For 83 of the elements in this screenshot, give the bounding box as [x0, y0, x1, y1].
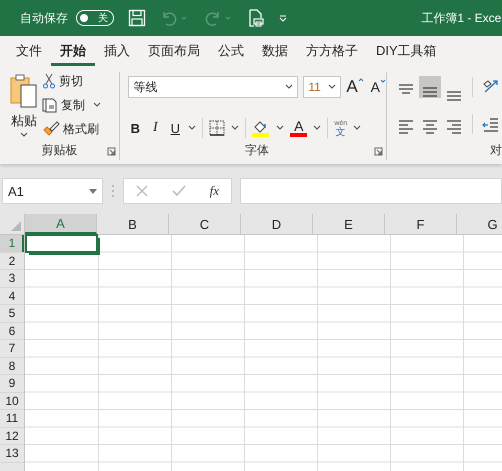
italic-button[interactable]: I: [148, 120, 162, 136]
ribbon-tab[interactable]: 公式: [209, 36, 253, 66]
grip-icon: [111, 184, 115, 198]
dropdown-icon: [89, 188, 97, 194]
insert-function-button[interactable]: fx: [210, 183, 220, 199]
alignment-icon: [397, 84, 415, 94]
row-header[interactable]: 4: [0, 288, 24, 305]
customize-toolbar-icon[interactable]: [278, 13, 288, 23]
formula-input[interactable]: [240, 178, 502, 204]
column-header[interactable]: G: [457, 214, 502, 234]
paste-button[interactable]: 粘贴: [10, 72, 38, 140]
dropdown-icon: [20, 132, 28, 138]
dropdown-icon[interactable]: [276, 125, 284, 131]
align-button[interactable]: [419, 76, 441, 98]
dropdown-icon: [328, 84, 336, 90]
cell-grid[interactable]: [25, 235, 502, 471]
dropdown-icon: [285, 84, 294, 90]
column-header[interactable]: E: [313, 214, 385, 234]
ribbon-tab[interactable]: 数据: [253, 36, 297, 66]
alignment-icon: [397, 120, 415, 134]
ribbon-tab[interactable]: 方方格子: [297, 36, 367, 66]
name-box[interactable]: A1: [2, 178, 103, 204]
dropdown-icon[interactable]: [353, 125, 362, 131]
caret-down-icon: [380, 79, 386, 84]
row-header[interactable]: 5: [0, 305, 24, 322]
ribbon-tab[interactable]: 插入: [95, 36, 139, 66]
autosave-toggle[interactable]: 关: [76, 10, 114, 26]
group-label: 字体: [245, 142, 270, 158]
active-cell[interactable]: [25, 234, 98, 253]
dropdown-icon[interactable]: [313, 125, 322, 131]
ribbon-tab[interactable]: DIY工具箱: [367, 36, 446, 66]
column-header[interactable]: B: [97, 214, 169, 234]
cut-button[interactable]: 剪切: [42, 72, 101, 90]
row-header[interactable]: 6: [0, 322, 24, 340]
group-label: 对: [490, 142, 502, 158]
increase-font-size-button[interactable]: A: [346, 77, 364, 97]
row-header[interactable]: 7: [0, 340, 24, 358]
caret-up-icon: [358, 77, 364, 82]
checkmark-icon[interactable]: [172, 185, 186, 197]
ribbon-tab[interactable]: 文件: [7, 36, 51, 66]
ribbon-tab[interactable]: 页面布局: [139, 36, 209, 66]
borders-icon[interactable]: [209, 120, 226, 136]
column-header[interactable]: C: [169, 214, 241, 234]
copy-button[interactable]: 复制: [42, 96, 85, 114]
alignment-icon: [445, 120, 463, 134]
decrease-font-size-button[interactable]: A: [370, 79, 386, 95]
row-header[interactable]: 11: [0, 410, 24, 428]
dialog-launcher-icon[interactable]: [374, 147, 383, 156]
font-name-field[interactable]: 等线: [128, 76, 298, 98]
row-header[interactable]: 2: [0, 252, 24, 270]
format-painter-button[interactable]: 格式刷: [42, 120, 101, 138]
autosave-label: 自动保存: [20, 10, 68, 26]
triangle-icon: [11, 221, 21, 231]
row-header[interactable]: 9: [0, 375, 24, 392]
copy-icon: [42, 97, 58, 113]
save-icon[interactable]: [128, 9, 146, 27]
column-header[interactable]: D: [241, 214, 313, 234]
dropdown-icon[interactable]: [93, 102, 101, 108]
row-header[interactable]: 13: [0, 445, 24, 462]
scissors-icon: [42, 73, 56, 89]
column-header[interactable]: F: [385, 214, 457, 234]
paintbrush-icon: [42, 121, 60, 137]
clipboard-icon: [10, 74, 38, 110]
row-header[interactable]: 8: [0, 358, 24, 375]
dropdown-icon[interactable]: [188, 125, 196, 131]
alignment-icon: [445, 91, 463, 101]
row-header[interactable]: 12: [0, 428, 24, 445]
column-header[interactable]: A: [25, 214, 97, 234]
print-preview-icon[interactable]: [248, 9, 264, 27]
dropdown-icon[interactable]: [231, 125, 240, 131]
font-size-field[interactable]: 11: [303, 76, 342, 98]
row-header[interactable]: 3: [0, 270, 24, 288]
alignment-icon: [421, 120, 439, 134]
fill-color-icon[interactable]: [252, 119, 270, 137]
font-color-button[interactable]: A: [290, 119, 308, 137]
row-header[interactable]: 1: [0, 235, 24, 252]
group-label: 剪贴板: [42, 142, 78, 158]
row-header[interactable]: 10: [0, 392, 24, 410]
alignment-icon: [421, 87, 439, 97]
bold-button[interactable]: B: [128, 120, 142, 136]
dialog-launcher-icon[interactable]: [107, 147, 116, 156]
underline-button[interactable]: U: [168, 120, 182, 136]
window-title: 工作簿1 - Excel: [421, 10, 502, 26]
